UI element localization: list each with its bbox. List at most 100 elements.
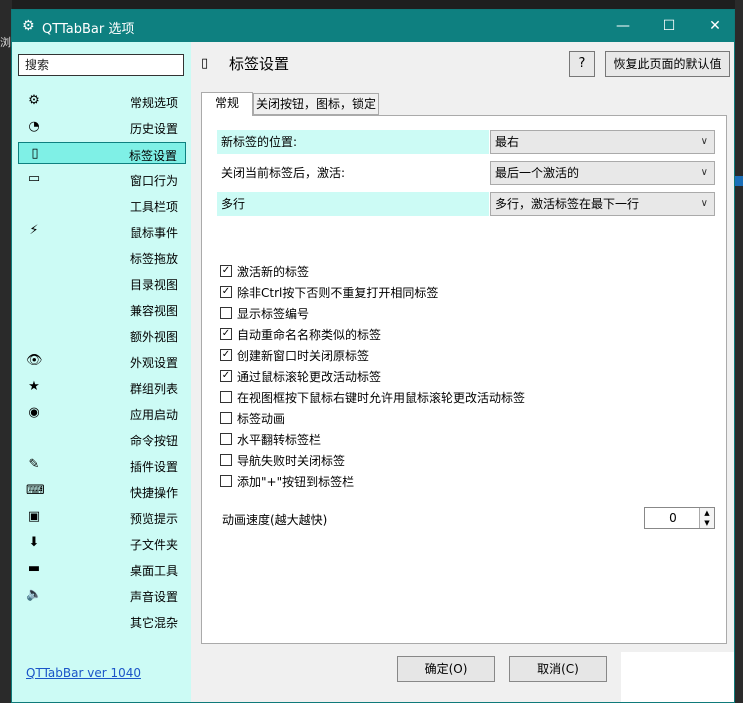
sidebar-item[interactable]: 工具栏项 (18, 194, 186, 216)
sidebar-item-label: 外观设置 (129, 356, 178, 370)
sidebar-item-label: 标签拖放 (129, 252, 178, 266)
sidebar-item[interactable]: 🔈 声音设置 (18, 584, 186, 606)
app-launch-icon: ◉ (28, 405, 40, 420)
checkbox-label: 导航失败时关闭标签 (237, 454, 346, 468)
chevron-down-icon: ∨ (700, 167, 708, 178)
reset-defaults-button[interactable]: 恢复此页面的默认值 (605, 51, 730, 77)
sidebar-item-label: 常规选项 (129, 96, 178, 110)
sidebar-item[interactable]: 👁 外观设置 (18, 350, 186, 372)
sidebar-item-label: 快捷操作 (129, 486, 178, 500)
sidebar-item[interactable]: 额外视图 (18, 324, 186, 346)
star-icon: ★ (28, 379, 40, 394)
checkbox-label: 在视图框按下鼠标右键时允许用鼠标滚轮更改活动标签 (237, 391, 526, 405)
speaker-icon: 🔈 (26, 587, 43, 602)
cancel-button[interactable]: 取消(C) (509, 656, 607, 682)
checkbox-label: 添加"+"按钮到标签栏 (237, 475, 355, 489)
chevron-down-icon: ∨ (700, 198, 708, 209)
tab-icon: ▯ (31, 146, 39, 161)
sidebar-item-label: 声音设置 (129, 590, 178, 604)
blank-icon (26, 613, 42, 629)
checkbox-unchecked[interactable] (220, 307, 232, 319)
help-button[interactable]: ? (569, 51, 595, 77)
checkbox-label: 显示标签编号 (237, 307, 310, 321)
anim-speed-stepper[interactable]: 0 ▲ ▼ (644, 507, 715, 529)
blank-icon (26, 327, 42, 343)
sidebar-item[interactable]: 兼容视图 (18, 298, 186, 320)
sidebar-item-label: 鼠标事件 (129, 226, 178, 240)
sidebar: ⚙ 常规选项 ◔ 历史设置 ▯ 标签设置 ▭ 窗口行为工具栏项 ⚡ 鼠标事件标签拖放目录视图兼容视… (12, 42, 191, 644)
checkbox-unchecked[interactable] (220, 391, 232, 403)
version-link[interactable]: QTTabBar ver 1040 (26, 666, 141, 680)
sidebar-item[interactable]: ▬ 桌面工具 (18, 558, 186, 580)
title-bar[interactable]: ⚙ QTTabBar 选项 — ☐ ✕ (12, 10, 734, 42)
gear-icon: ⚙ (22, 18, 35, 34)
minimize-button[interactable]: — (600, 10, 646, 42)
sidebar-item[interactable]: 其它混杂 (18, 610, 186, 632)
checkbox-checked[interactable]: ✓ (220, 349, 232, 361)
setting-row: 关闭当前标签后，激活: 最后一个激活的 ∨ (217, 161, 715, 185)
ok-button[interactable]: 确定(O) (397, 656, 495, 682)
checkbox-unchecked[interactable] (220, 475, 232, 487)
sidebar-item[interactable]: ▣ 预览提示 (18, 506, 186, 528)
sidebar-item[interactable]: ▭ 窗口行为 (18, 168, 186, 190)
sidebar-footer: QTTabBar ver 1040 (12, 644, 191, 702)
checkbox-unchecked[interactable] (220, 412, 232, 424)
checkbox-label: 激活新的标签 (237, 265, 310, 279)
checkbox-label: 标签动画 (237, 412, 286, 426)
dropdown-value: 最后一个激活的 (495, 166, 580, 180)
sidebar-item[interactable]: ⌨ 快捷操作 (18, 480, 186, 502)
search-input[interactable] (18, 54, 184, 76)
setting-label: 多行 (217, 192, 489, 216)
sidebar-item-label: 预览提示 (129, 512, 178, 526)
window-title: QTTabBar 选项 (42, 22, 135, 37)
tab-panel-general: 新标签的位置: 最右 ∨ 关闭当前标签后，激活: 最后一个激活的 ∨ 多行 多行，激活标签在最… (201, 115, 727, 644)
plugin-icon: ✎ (28, 457, 40, 472)
sidebar-item[interactable]: ★ 群组列表 (18, 376, 186, 398)
dropdown-value: 最右 (495, 135, 520, 149)
sidebar-item[interactable]: ⚙ 常规选项 (18, 90, 186, 112)
sidebar-item[interactable]: ⚡ 鼠标事件 (18, 220, 186, 242)
sidebar-item-label: 群组列表 (129, 382, 178, 396)
checkbox-label: 水平翻转标签栏 (237, 433, 322, 447)
tab-close-button-icon-lock[interactable]: 关闭按钮，图标，锁定 (253, 93, 379, 115)
blank-area (621, 652, 734, 702)
checkbox-label: 通过鼠标滚轮更改活动标签 (237, 370, 382, 384)
eye-icon: 👁 (26, 353, 43, 368)
checkbox-label: 除非Ctrl按下否则不重复打开相同标签 (237, 286, 439, 300)
sidebar-item-label: 其它混杂 (129, 616, 178, 630)
checkbox-checked[interactable]: ✓ (220, 370, 232, 382)
history-icon: ◔ (28, 119, 40, 134)
stepper-down-icon[interactable]: ▼ (699, 518, 714, 528)
preview-icon: ▣ (27, 509, 41, 524)
setting-dropdown[interactable]: 最后一个激活的 ∨ (490, 161, 715, 185)
blank-icon (26, 301, 42, 317)
sidebar-item-label: 额外视图 (129, 330, 178, 344)
setting-dropdown[interactable]: 最右 ∨ (490, 130, 715, 154)
sidebar-item-label: 窗口行为 (129, 174, 178, 188)
sidebar-item[interactable]: 目录视图 (18, 272, 186, 294)
sidebar-item[interactable]: ◉ 应用启动 (18, 402, 186, 424)
checkbox-checked[interactable]: ✓ (220, 328, 232, 340)
setting-dropdown[interactable]: 多行，激活标签在最下一行 ∨ (490, 192, 715, 216)
checkbox-unchecked[interactable] (220, 454, 232, 466)
checkbox-checked[interactable]: ✓ (220, 265, 232, 277)
sidebar-item[interactable]: 命令按钮 (18, 428, 186, 450)
tab-icon: ▯ (201, 56, 209, 71)
sidebar-item[interactable]: ▯ 标签设置 (18, 142, 186, 164)
maximize-button[interactable]: ☐ (646, 10, 692, 42)
sidebar-item[interactable]: 标签拖放 (18, 246, 186, 268)
chevron-down-icon: ∨ (700, 136, 708, 147)
checkbox-unchecked[interactable] (220, 433, 232, 445)
tab-general[interactable]: 常规 (201, 92, 253, 116)
checkbox-checked[interactable]: ✓ (220, 286, 232, 298)
sidebar-item[interactable]: ⬇ 子文件夹 (18, 532, 186, 554)
close-button[interactable]: ✕ (692, 10, 738, 42)
sidebar-item[interactable]: ✎ 插件设置 (18, 454, 186, 476)
lightning-icon: ⚡ (29, 223, 39, 238)
blank-icon (26, 249, 42, 265)
anim-speed-value[interactable]: 0 (645, 508, 701, 528)
page-title: 标签设置 (229, 55, 290, 73)
setting-label: 新标签的位置: (217, 130, 489, 154)
desktop-icon: ▬ (27, 561, 41, 576)
sidebar-item[interactable]: ◔ 历史设置 (18, 116, 186, 138)
